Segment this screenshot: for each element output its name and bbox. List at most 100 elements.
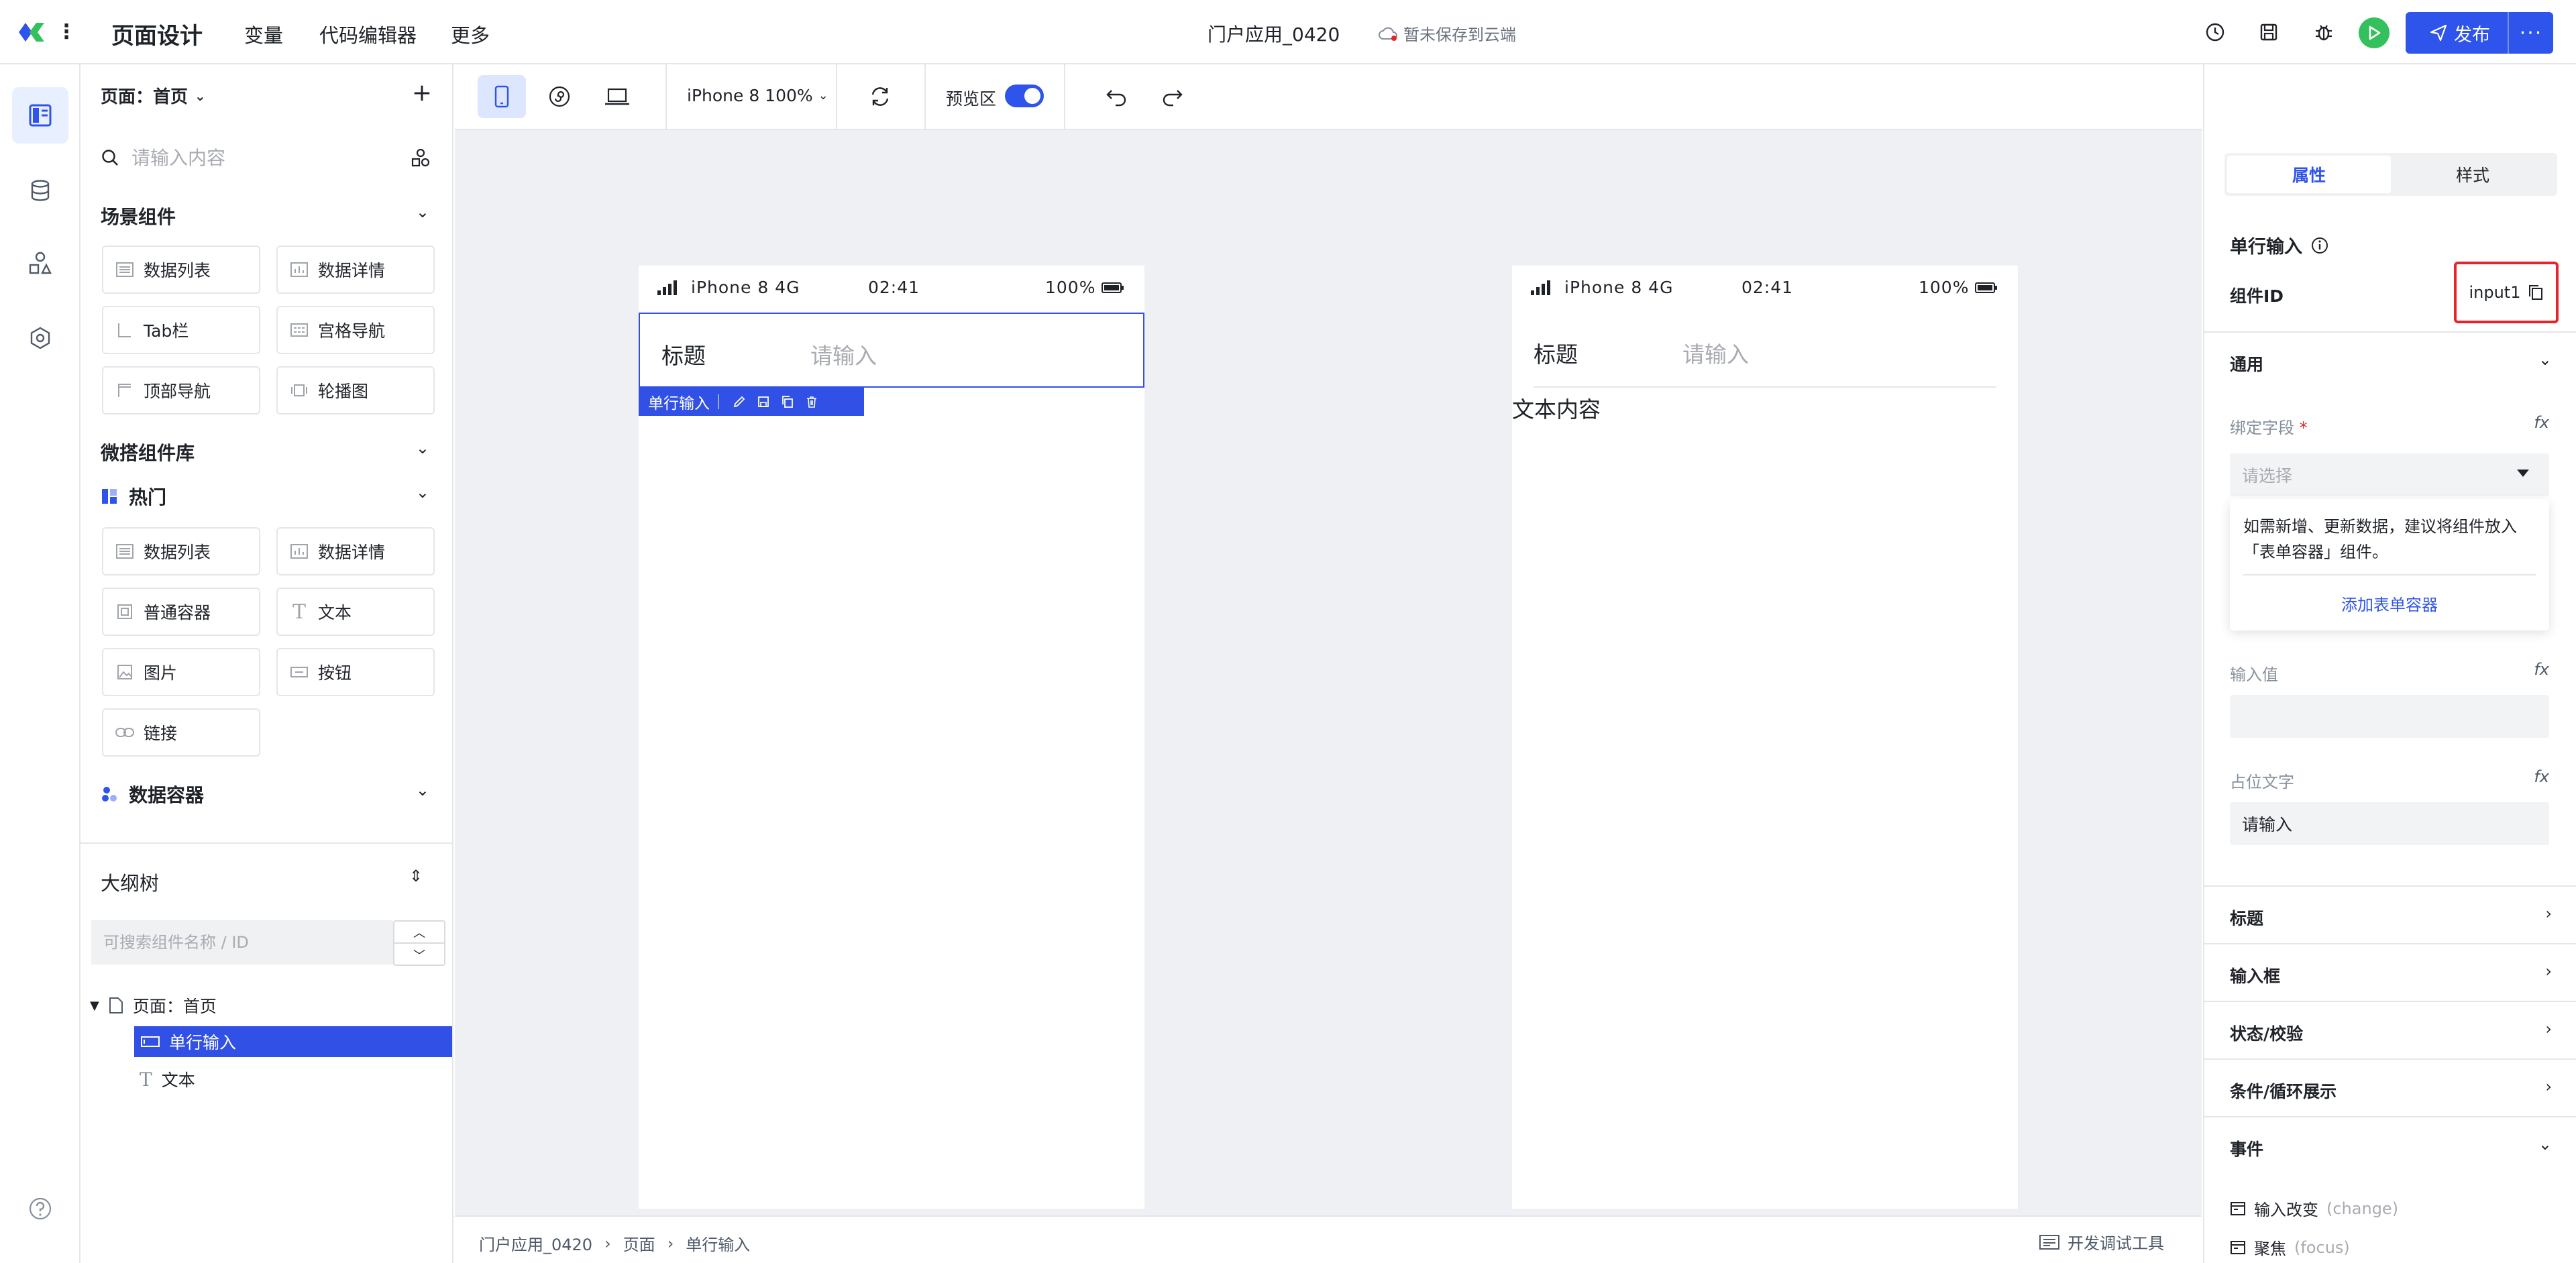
publish-more-button[interactable]: ··· [2509, 12, 2553, 54]
comp-data-detail[interactable]: 数据详情 [276, 245, 435, 294]
comp-grid-nav[interactable]: 宫格导航 [276, 306, 435, 354]
device-select[interactable]: iPhone 8 100% ⌄ [687, 86, 828, 105]
copy-icon[interactable] [2528, 284, 2544, 301]
comp-image[interactable]: 图片 [102, 648, 260, 696]
fx-button[interactable]: fx [2534, 767, 2549, 786]
section-condition-loop[interactable]: 条件/循环展示 › [2204, 1058, 2576, 1116]
input-field[interactable]: 标题 请输入 [1512, 313, 2018, 388]
section-general[interactable]: 通用 ⌄ [2204, 331, 2576, 389]
event-focus[interactable]: 聚焦 (focus) [2230, 1235, 2350, 1259]
device-desktop-button[interactable] [593, 75, 641, 118]
save-icon[interactable] [2255, 19, 2282, 46]
chevron-down-icon[interactable]: ⌄ [416, 483, 429, 502]
group-data-container-title[interactable]: 数据容器 [101, 781, 204, 808]
tree-node-input1[interactable]: 单行输入 [134, 1026, 452, 1057]
chevron-right-icon[interactable]: › [2545, 1077, 2552, 1096]
group-scene-title[interactable]: 场景组件 [101, 203, 176, 229]
device-mobile-button[interactable] [478, 75, 526, 118]
copy-icon[interactable] [775, 388, 800, 416]
devtools-button[interactable]: 开发调试工具 [2039, 1230, 2164, 1254]
component-search-input[interactable] [131, 146, 386, 169]
chevron-down-icon: ⌄ [195, 87, 206, 104]
breadcrumb-item[interactable]: 页面 [623, 1231, 655, 1255]
input-value-field[interactable] [2230, 695, 2549, 738]
rail-help[interactable] [12, 1180, 68, 1237]
field-placeholder[interactable]: 请输入 [1682, 337, 1749, 369]
rail-data-source[interactable] [12, 162, 68, 219]
group-micro-title[interactable]: 微搭组件库 [101, 439, 195, 465]
chevron-down-icon[interactable]: ⌄ [416, 203, 429, 221]
section-input-box[interactable]: 输入框 › [2204, 943, 2576, 1001]
rail-components[interactable] [12, 235, 68, 291]
chevron-right-icon[interactable]: › [2545, 1020, 2552, 1038]
section-state-validation[interactable]: 状态/校验 › [2204, 1001, 2576, 1058]
tree-node-page-home[interactable]: ▼ 页面：首页 [90, 990, 452, 1021]
selection-label[interactable]: 单行输入 [648, 390, 710, 413]
save-icon[interactable] [751, 388, 775, 416]
chevron-right-icon[interactable]: › [2545, 962, 2552, 981]
comp-button[interactable]: 按钮 [276, 648, 435, 696]
tree-node-text[interactable]: T 文本 [140, 1064, 452, 1095]
fx-button[interactable]: fx [2534, 413, 2549, 432]
caret-down-icon[interactable]: ▼ [90, 999, 99, 1013]
battery-icon [1975, 282, 1998, 294]
undo-button[interactable] [1092, 75, 1140, 118]
nav-variables[interactable]: 变量 [244, 20, 283, 48]
refresh-button[interactable] [856, 75, 904, 118]
component-category-icon[interactable] [411, 148, 431, 168]
text-content[interactable]: 文本内容 [1512, 392, 1601, 424]
comp-carousel[interactable]: 轮播图 [276, 366, 435, 415]
chevron-down-icon[interactable]: ﹀ [394, 944, 444, 966]
rail-settings[interactable] [12, 310, 68, 366]
redo-button[interactable] [1148, 75, 1197, 118]
comp-hot-data-list[interactable]: 数据列表 [102, 527, 260, 575]
logo-icon[interactable] [16, 19, 47, 46]
breadcrumb-item[interactable]: 单行输入 [686, 1231, 750, 1255]
page-selector[interactable]: 页面：首页 ⌄ [101, 83, 206, 108]
chevron-right-icon[interactable]: › [2545, 904, 2552, 923]
input-field-selected[interactable]: 标题 请输入 [639, 313, 1144, 388]
preview-toggle[interactable] [1005, 85, 1044, 107]
device-miniprogram-button[interactable] [535, 75, 584, 118]
section-title: 标题 [2230, 909, 2264, 928]
bind-field-select[interactable]: 请选择 [2230, 453, 2549, 496]
comp-text[interactable]: T 文本 [276, 588, 435, 636]
comp-top-nav[interactable]: 顶部导航 [102, 366, 260, 415]
expand-collapse-icon[interactable]: ⇕ [409, 867, 423, 885]
info-icon[interactable] [2310, 236, 2329, 255]
debug-bug-icon[interactable] [2310, 19, 2337, 46]
chevron-down-icon[interactable]: ⌄ [416, 781, 429, 800]
fx-button[interactable]: fx [2534, 660, 2549, 679]
field-placeholder[interactable]: 请输入 [810, 338, 877, 370]
delete-icon[interactable] [800, 388, 824, 416]
run-button[interactable] [2359, 17, 2390, 48]
comp-hot-data-detail[interactable]: 数据详情 [276, 527, 435, 575]
chevron-down-icon[interactable]: ⌄ [2538, 1135, 2552, 1154]
breadcrumb-item[interactable]: 门户应用_0420 [479, 1231, 592, 1255]
history-icon[interactable] [2202, 19, 2229, 46]
comp-tab-bar[interactable]: Tab栏 [102, 306, 260, 354]
rail-page-design[interactable] [12, 87, 68, 144]
add-form-container-link[interactable]: 添加表单容器 [2230, 592, 2549, 615]
comp-container[interactable]: 普通容器 [102, 588, 260, 636]
event-change[interactable]: 输入改变 (change) [2230, 1197, 2398, 1220]
publish-button[interactable]: 发布 [2406, 12, 2508, 54]
chevron-down-icon[interactable]: ⌄ [416, 439, 429, 457]
outline-search-input[interactable] [91, 920, 393, 965]
chevron-up-icon[interactable]: ︿ [394, 922, 444, 944]
comp-link[interactable]: 链接 [102, 708, 260, 757]
comp-data-list[interactable]: 数据列表 [102, 245, 260, 294]
edit-icon[interactable] [727, 388, 751, 416]
tab-style[interactable]: 样式 [2391, 156, 2555, 193]
chevron-down-icon[interactable]: ⌄ [2538, 350, 2552, 369]
section-title-settings[interactable]: 标题 › [2204, 885, 2576, 943]
add-page-button[interactable]: + [412, 79, 432, 107]
bind-field-label-text: 绑定字段 [2230, 419, 2294, 437]
tab-properties[interactable]: 属性 [2227, 156, 2391, 193]
nav-more[interactable]: 更多 [451, 20, 490, 48]
app-menu-icon[interactable]: ⋮ [56, 20, 76, 44]
group-hot-title[interactable]: 热门 [101, 483, 166, 510]
nav-code-editor[interactable]: 代码编辑器 [319, 20, 417, 48]
section-events[interactable]: 事件 ⌄ [2204, 1116, 2576, 1174]
placeholder-field[interactable] [2230, 802, 2549, 845]
